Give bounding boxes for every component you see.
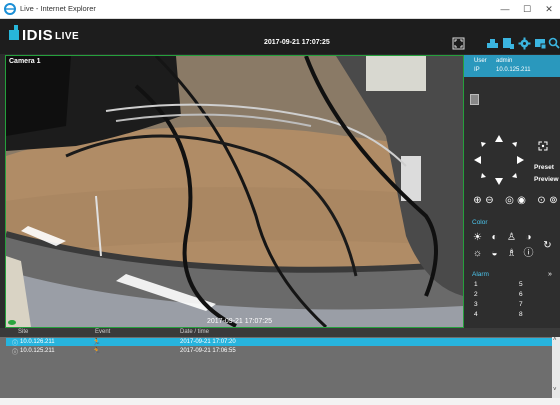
info-icon[interactable]: ⓘ: [523, 248, 534, 259]
ip-value: 10.0.125.211: [496, 67, 531, 73]
panel-toggle-button[interactable]: [470, 94, 479, 105]
alarm-2[interactable]: 2: [474, 291, 478, 298]
iris-open-icon[interactable]: ⊙: [536, 195, 547, 206]
zoom-out-icon[interactable]: ⊖: [484, 195, 495, 206]
saturation-up-icon[interactable]: ♙: [506, 232, 517, 243]
event-datetime: 2017-09-21 17:06:55: [180, 348, 236, 354]
site-info-icon: ⓘ: [12, 350, 19, 356]
event-row[interactable]: ⓘ 10.0.126.211 🏃 2017-09-21 17:07:20: [6, 338, 554, 347]
video-timestamp: 2017-09-21 17:07:25: [207, 318, 272, 325]
hue-down-icon[interactable]: ◒: [489, 248, 500, 259]
control-panel: User admin IP 10.0.125.211 Preset Previe…: [464, 55, 560, 328]
status-bar: [0, 398, 560, 405]
user-key: User: [474, 58, 487, 64]
event-list: ⓘ 10.0.126.211 🏃 2017-09-21 17:07:20 ⓘ 1…: [0, 337, 560, 398]
mode-label: LIVE: [55, 31, 80, 42]
alarm-expand-icon[interactable]: »: [548, 271, 552, 278]
brand-name: IDIS: [22, 27, 54, 44]
search-icon[interactable]: [548, 37, 560, 50]
motion-event-icon: 🏃: [92, 348, 101, 355]
focus-near-icon[interactable]: ◎: [504, 195, 515, 206]
brightness-down-icon[interactable]: ☼: [472, 248, 483, 259]
ptz-direction-pad[interactable]: [472, 133, 526, 187]
window-title: Live - Internet Explorer: [20, 4, 96, 13]
preview-button[interactable]: Preview: [534, 176, 559, 183]
camera-feed-image: [6, 56, 463, 327]
app-header: IDIS LIVE 2017-09-21 17:07:25: [0, 19, 560, 54]
window-titlebar: Live - Internet Explorer — ☐ ✕: [0, 0, 560, 19]
brightness-up-icon[interactable]: ☀: [472, 232, 483, 243]
column-datetime[interactable]: Date / time: [180, 329, 209, 335]
column-site[interactable]: Site: [18, 329, 28, 335]
header-datetime: 2017-09-21 17:07:25: [264, 39, 330, 46]
event-list-header: Site Event Date / time: [0, 328, 560, 337]
layout-icon[interactable]: [534, 37, 547, 50]
column-event[interactable]: Event: [95, 329, 110, 335]
event-row[interactable]: ⓘ 10.0.125.211 🏃 2017-09-21 17:06:55: [6, 347, 554, 356]
minimize-button[interactable]: —: [494, 0, 516, 18]
recording-indicator-icon: [8, 320, 16, 325]
logo-icon: [9, 30, 19, 40]
event-site: 10.0.126.211: [20, 339, 55, 345]
scroll-up-icon[interactable]: ˄: [553, 337, 557, 343]
color-reset-icon[interactable]: ↻: [542, 240, 553, 251]
alarm-8[interactable]: 8: [519, 311, 523, 318]
contrast-up-icon[interactable]: ◑: [523, 232, 534, 243]
camera-video-view[interactable]: Camera 1 2017-09-21 17:07:25: [5, 55, 464, 328]
ip-key: IP: [474, 67, 480, 73]
event-datetime: 2017-09-21 17:07:20: [180, 339, 236, 345]
event-site: 10.0.125.211: [20, 348, 55, 354]
focus-far-icon[interactable]: ◉: [516, 195, 527, 206]
zoom-in-icon[interactable]: ⊕: [472, 195, 483, 206]
color-section-label: Color: [472, 219, 488, 226]
alarm-6[interactable]: 6: [519, 291, 523, 298]
alarm-3[interactable]: 3: [474, 301, 478, 308]
maximize-button[interactable]: ☐: [516, 0, 538, 18]
close-button[interactable]: ✕: [538, 0, 560, 18]
fullscreen-icon[interactable]: [452, 37, 465, 50]
iris-close-icon[interactable]: ⊚: [548, 195, 559, 206]
hue-up-icon[interactable]: ◐: [489, 232, 500, 243]
event-list-scrollbar[interactable]: ˄ ˅: [552, 337, 560, 398]
alarm-section-label: Alarm: [472, 271, 489, 278]
settings-icon[interactable]: [518, 37, 531, 50]
scroll-down-icon[interactable]: ˅: [553, 387, 557, 393]
user-icon[interactable]: [486, 37, 499, 50]
alarm-5[interactable]: 5: [519, 281, 523, 288]
connection-info: User admin IP 10.0.125.211: [464, 55, 560, 77]
motion-event-icon: 🏃: [92, 339, 101, 346]
alarm-1[interactable]: 1: [474, 281, 478, 288]
alarm-4[interactable]: 4: [474, 311, 478, 318]
user-value: admin: [496, 58, 513, 64]
camera-setup-icon[interactable]: [502, 37, 515, 50]
internet-explorer-icon: [4, 3, 16, 15]
camera-label: Camera 1: [9, 58, 41, 65]
site-info-icon: ⓘ: [12, 341, 19, 347]
preset-button[interactable]: Preset: [534, 164, 554, 171]
alarm-7[interactable]: 7: [519, 301, 523, 308]
saturation-down-icon[interactable]: ♗: [506, 248, 517, 259]
ptz-home-icon[interactable]: [538, 141, 548, 151]
